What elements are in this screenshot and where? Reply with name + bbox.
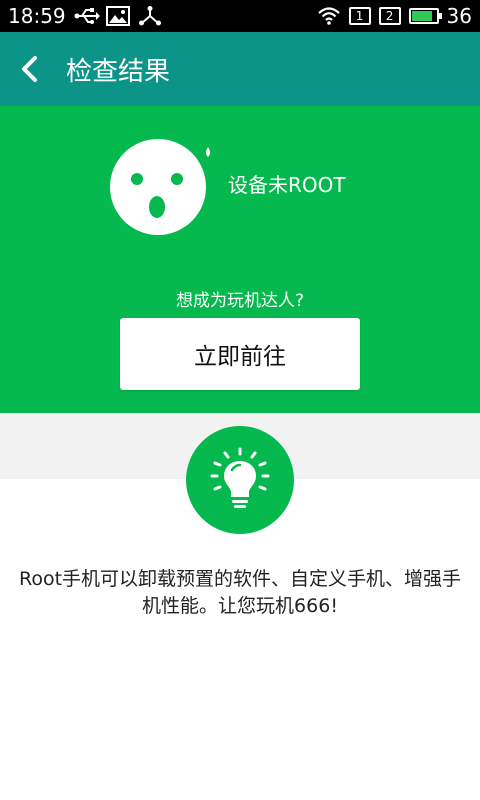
sim1-indicator: 1 <box>348 7 371 25</box>
sim2-indicator: 2 <box>378 7 401 25</box>
wifi-icon <box>317 6 341 26</box>
status-left: 18:59 <box>8 6 162 26</box>
description-text: Root手机可以卸载预置的软件、自定义手机、增强手机性能。让您玩机666! <box>18 568 462 617</box>
image-icon <box>105 6 130 26</box>
surprised-face-icon <box>108 135 210 235</box>
go-now-button[interactable]: 立即前往 <box>120 318 360 390</box>
usb-icon <box>74 6 100 26</box>
battery-fill <box>411 11 433 21</box>
status-time: 18:59 <box>8 4 66 28</box>
root-status-text: 设备未ROOT <box>228 173 346 197</box>
status-right: 1 2 36 <box>317 6 472 26</box>
toolbar: 检查结果 <box>0 32 480 106</box>
back-button[interactable] <box>0 32 60 106</box>
share-icon <box>138 6 162 26</box>
status-bar: 18:59 1 2 36 <box>0 0 480 32</box>
battery-icon <box>408 8 442 24</box>
prompt-text: 想成为玩机达人? <box>175 291 305 311</box>
page-title: 检查结果 <box>66 56 171 87</box>
lightbulb-icon <box>210 447 270 508</box>
battery-level: 36 <box>446 4 472 28</box>
lightbulb-badge <box>186 426 294 534</box>
chevron-left-icon <box>22 56 37 82</box>
result-hero: 设备未ROOT 想成为玩机达人? 立即前往 <box>0 106 480 413</box>
